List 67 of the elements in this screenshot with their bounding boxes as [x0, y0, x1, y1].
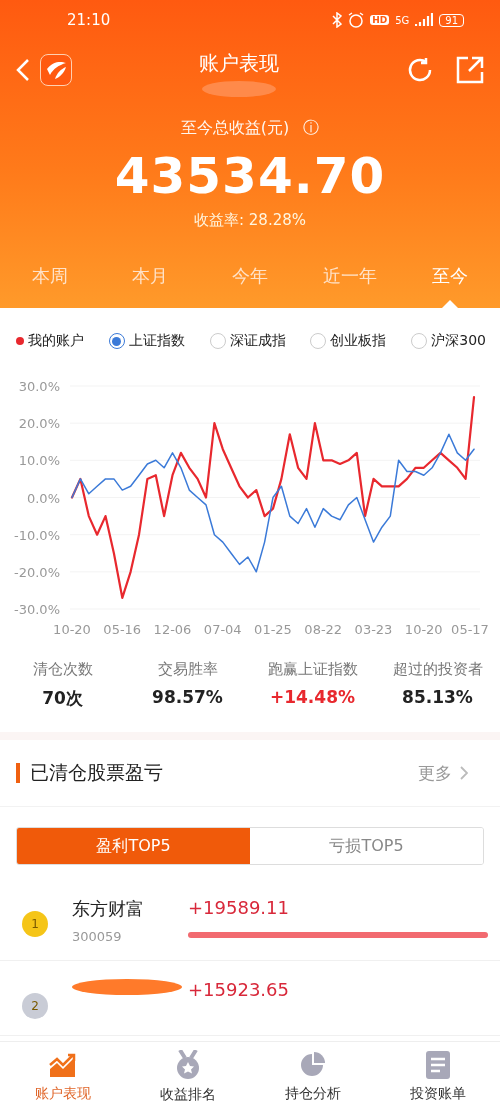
stock-code: 300059: [72, 929, 123, 944]
medal-icon: [174, 1049, 201, 1080]
y-axis-label: -20.0%: [14, 564, 60, 580]
period-tab[interactable]: 近一年: [300, 252, 400, 308]
share-icon[interactable]: [456, 56, 484, 84]
network-indicator: 5G: [395, 14, 410, 26]
alarm-icon: [348, 12, 365, 28]
radio-label[interactable]: 沪深300: [431, 332, 486, 350]
radio-label[interactable]: 创业板指: [330, 332, 387, 350]
period-tab[interactable]: 本周: [0, 252, 100, 308]
bluetooth-icon: [332, 12, 343, 28]
rank-medal: 1: [22, 911, 48, 937]
profit-amount: +19589.11: [188, 897, 290, 918]
hd-indicator: HD: [370, 15, 390, 25]
y-axis-label: 10.0%: [18, 453, 60, 469]
segment-tab[interactable]: 盈利TOP5: [17, 828, 250, 864]
radio-label[interactable]: 上证指数: [128, 332, 185, 350]
stat-label: 交易胜率: [157, 660, 218, 679]
y-axis-label: 0.0%: [26, 490, 60, 506]
y-axis-label: -10.0%: [14, 527, 60, 543]
back-icon[interactable]: [16, 58, 30, 82]
total-profit-amount: 43534.70: [114, 147, 386, 205]
nav-tab[interactable]: 账户表现: [0, 1042, 125, 1111]
info-icon[interactable]: ⓘ: [303, 118, 320, 139]
x-axis-label: 07-04: [203, 622, 242, 637]
x-axis-label: 05-16: [103, 622, 142, 637]
x-axis-label: 12-06: [153, 622, 192, 637]
x-axis-label: 08-22: [304, 622, 343, 637]
app-logo: [40, 54, 72, 86]
x-axis-label: 05-17: [451, 622, 489, 637]
stat-value: +14.48%: [269, 687, 356, 707]
period-tab[interactable]: 至今: [400, 252, 500, 308]
refresh-icon[interactable]: [406, 56, 434, 84]
stat-value: 70次: [42, 687, 83, 710]
x-axis-label: 03-23: [354, 622, 393, 637]
document-icon: [425, 1050, 450, 1079]
radio-label[interactable]: 深证成指: [229, 332, 286, 350]
page-title: 账户表现: [199, 49, 279, 77]
battery-indicator: 91: [439, 13, 464, 27]
section-title: 已清仓股票盈亏: [30, 760, 163, 785]
rank-medal: 2: [22, 993, 48, 1019]
x-axis-label: 01-25: [254, 622, 292, 637]
nav-tab[interactable]: 收益排名: [125, 1042, 250, 1111]
stat-label: 清仓次数: [32, 660, 93, 679]
profit-amount: +15923.65: [188, 979, 290, 1000]
stock-name: 东方财富: [72, 897, 145, 921]
stat-value: 85.13%: [402, 687, 473, 707]
x-axis-label: 10-20: [53, 622, 91, 637]
pie-chart-icon: [298, 1050, 327, 1079]
legend-label: 我的账户: [28, 332, 84, 350]
y-axis-label: 20.0%: [18, 416, 60, 432]
nav-tab[interactable]: 投资账单: [375, 1042, 500, 1111]
status-time: 21:10: [67, 11, 111, 29]
x-axis-label: 10-20: [404, 622, 443, 637]
y-axis-label: -30.0%: [14, 602, 60, 617]
stat-value: 98.57%: [152, 687, 223, 707]
signal-icon: [415, 13, 434, 27]
stat-label: 跑赢上证指数: [267, 660, 358, 679]
period-tab[interactable]: 本月: [100, 252, 200, 308]
y-axis-label: 30.0%: [18, 379, 60, 394]
more-link[interactable]: 更多: [418, 761, 452, 785]
chevron-right-icon[interactable]: [460, 766, 468, 780]
nav-tab[interactable]: 持仓分析: [250, 1042, 375, 1111]
period-tab[interactable]: 今年: [200, 252, 300, 308]
return-rate: 收益率: 28.28%: [194, 211, 306, 230]
total-profit-label: 至今总收益(元): [180, 118, 290, 139]
stat-label: 超过的投资者: [392, 660, 483, 679]
